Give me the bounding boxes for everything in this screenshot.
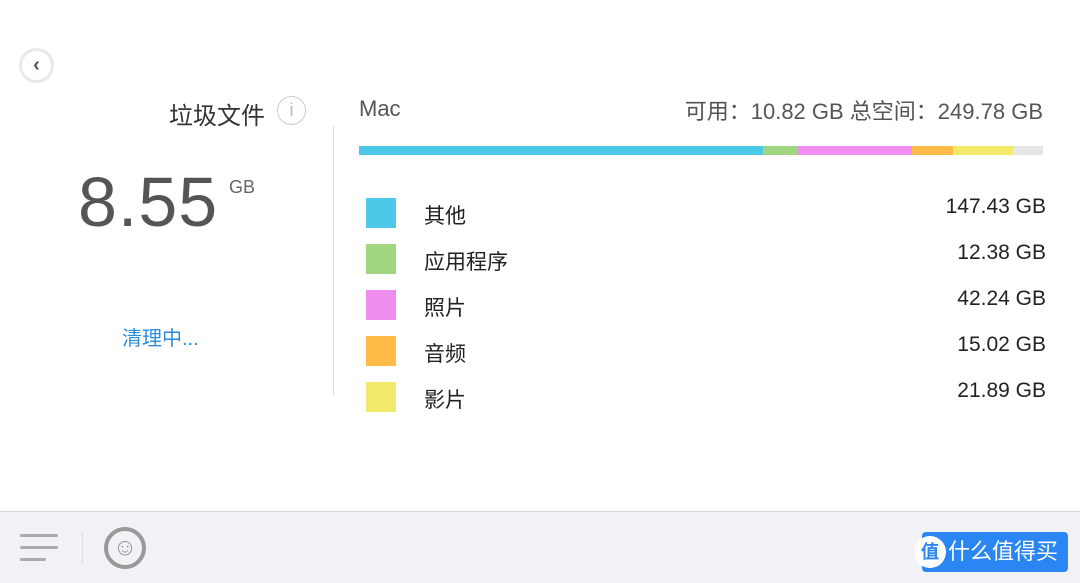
junk-size: 8.55 bbox=[78, 163, 219, 241]
legend-item: 其他 147.43 GB bbox=[366, 194, 1046, 240]
category-label: 影片 bbox=[424, 389, 466, 412]
junk-title: 垃圾文件 bbox=[169, 103, 265, 130]
footer: ☺ 值什么值得买 bbox=[0, 511, 1080, 583]
storage-legend: 其他 147.43 GB 应用程序 12.38 GB 照片 42.24 GB 音频 15.02… bbox=[366, 194, 1046, 424]
color-swatch bbox=[366, 290, 396, 320]
disk-name: Mac bbox=[359, 96, 401, 121]
color-swatch bbox=[366, 336, 396, 366]
junk-unit: GB bbox=[229, 177, 256, 197]
category-value: 21.89 GB bbox=[957, 379, 1046, 402]
legend-item: 音频 15.02 GB bbox=[366, 332, 1046, 378]
category-label: 其他 bbox=[424, 205, 466, 228]
bar-segment bbox=[359, 146, 763, 155]
bar-segment bbox=[953, 146, 1014, 155]
color-swatch bbox=[366, 382, 396, 412]
bar-segment bbox=[762, 146, 797, 155]
category-value: 15.02 GB bbox=[957, 333, 1046, 356]
bar-segment bbox=[796, 146, 913, 155]
watermark-logo: 值什么值得买 bbox=[914, 532, 1068, 572]
info-icon[interactable]: i bbox=[277, 96, 306, 125]
storage-bar bbox=[359, 146, 1043, 155]
bar-segment bbox=[912, 146, 954, 155]
menu-icon[interactable] bbox=[20, 534, 58, 570]
legend-item: 照片 42.24 GB bbox=[366, 286, 1046, 332]
legend-item: 影片 21.89 GB bbox=[366, 378, 1046, 424]
cleaning-status: 清理中... bbox=[122, 328, 199, 350]
category-value: 12.38 GB bbox=[957, 241, 1046, 264]
category-label: 应用程序 bbox=[424, 251, 508, 274]
disk-summary: 可用：10.82 GB 总空间：249.78 GB bbox=[684, 99, 1043, 124]
divider bbox=[82, 532, 83, 564]
support-icon[interactable]: ☺ bbox=[104, 527, 146, 569]
color-swatch bbox=[366, 244, 396, 274]
category-label: 照片 bbox=[424, 297, 466, 320]
chevron-left-icon: ‹ bbox=[33, 54, 40, 76]
category-value: 147.43 GB bbox=[945, 195, 1046, 218]
category-value: 42.24 GB bbox=[957, 287, 1046, 310]
color-swatch bbox=[366, 198, 396, 228]
legend-item: 应用程序 12.38 GB bbox=[366, 240, 1046, 286]
category-label: 音频 bbox=[424, 343, 466, 366]
back-button[interactable]: ‹ bbox=[19, 48, 54, 83]
divider bbox=[333, 126, 334, 396]
